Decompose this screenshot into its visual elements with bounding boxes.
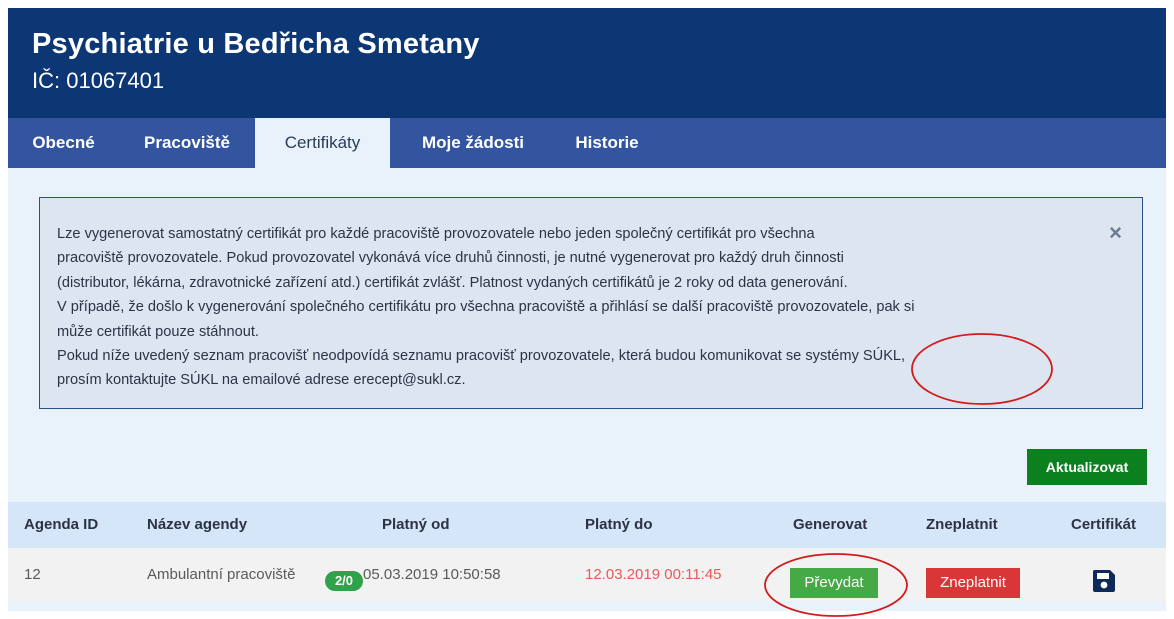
tab-certifikaty[interactable]: Certifikáty (255, 118, 390, 168)
valid-from-cell: 05.03.2019 10:50:58 (363, 566, 501, 583)
tab-historie[interactable]: Historie (556, 118, 658, 168)
agenda-id-cell: 12 (24, 566, 41, 583)
info-alert: Lze vygenerovat samostatný certifikát pr… (39, 197, 1143, 409)
column-header-agenda-id: Agenda ID (24, 516, 99, 533)
invalidate-button[interactable]: Zneplatnit (926, 568, 1020, 598)
alert-line: Lze vygenerovat samostatný certifikát pr… (57, 226, 815, 242)
alert-line: Pokud níže uvedený seznam pracovišť neod… (57, 348, 906, 365)
column-header-invalidate: Zneplatnit (926, 516, 998, 533)
column-header-name: Název agendy (147, 516, 248, 533)
tab-obecne[interactable]: Obecné (8, 118, 119, 168)
workplace-count-badge: 2/0 (325, 571, 363, 591)
tab-pracoviste[interactable]: Pracoviště (119, 118, 255, 168)
alert-line: může certifikát pouze stáhnout. (57, 323, 259, 340)
valid-to-cell: 12.03.2019 00:11:45 (585, 566, 722, 583)
organization-ico: IČ: 01067401 (32, 68, 165, 93)
page-frame: Psychiatrie u Bedřicha Smetany IČ: 01067… (8, 8, 1166, 617)
column-header-valid-from: Platný od (382, 516, 450, 533)
close-icon[interactable]: × (1109, 220, 1122, 246)
organization-title: Psychiatrie u Bedřicha Smetany (32, 28, 480, 60)
page-header: Psychiatrie u Bedřicha Smetany IČ: 01067… (8, 8, 1166, 118)
alert-line: pracoviště provozovatele. Pokud provozov… (57, 250, 844, 267)
tab-bar: Obecné Pracoviště Certifikáty Moje žádos… (8, 118, 1166, 168)
refresh-button[interactable]: Aktualizovat (1027, 449, 1147, 485)
alert-line: (distributor, lékárna, zdravotnické zaří… (57, 274, 848, 291)
save-icon[interactable] (1091, 568, 1117, 594)
alert-line: V případě, že došlo k vygenerování spole… (57, 299, 915, 316)
reissue-button[interactable]: Převydat (790, 568, 878, 598)
alert-line: prosím kontaktujte SÚKL na emailové adre… (57, 372, 466, 389)
table-header: Agenda ID Název agendy Platný od Platný … (8, 502, 1166, 548)
column-header-valid-to: Platný do (585, 516, 653, 533)
info-alert-text: Lze vygenerovat samostatný certifikát pr… (57, 222, 1109, 393)
tab-moje-zadosti[interactable]: Moje žádosti (390, 118, 556, 168)
column-header-certificate: Certifikát (1071, 516, 1137, 533)
column-header-generate: Generovat (793, 516, 868, 533)
agenda-name-cell: Ambulantní pracoviště (147, 566, 296, 583)
